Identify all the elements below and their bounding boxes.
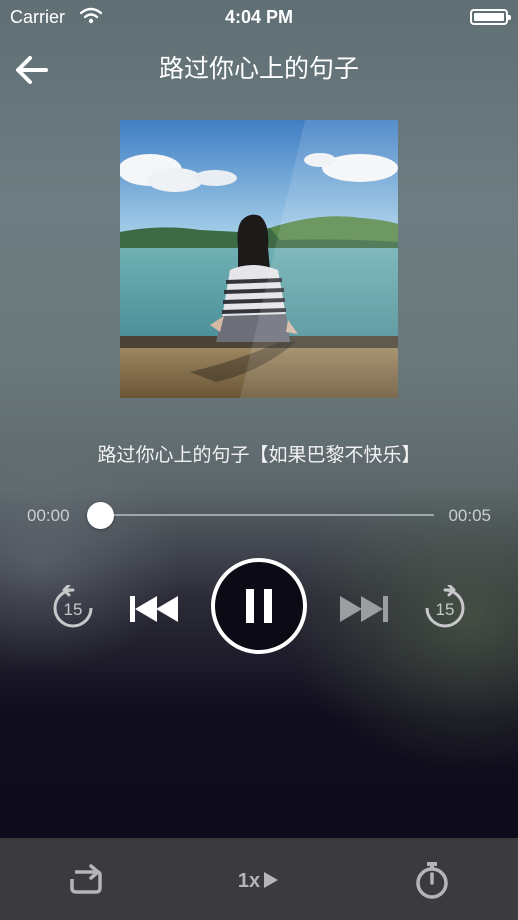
- rewind-seconds-label: 15: [64, 600, 83, 619]
- forward-15-icon: 15: [425, 585, 465, 628]
- stopwatch-icon: [416, 862, 448, 899]
- progress-track[interactable]: [100, 514, 434, 516]
- album-cover-image: [120, 120, 398, 398]
- status-time: 4:04 PM: [224, 7, 294, 27]
- previous-button[interactable]: [128, 593, 180, 625]
- play-triangle-icon: [264, 872, 279, 888]
- playback-speed-label: 1x: [237, 870, 261, 892]
- next-button[interactable]: [338, 593, 390, 625]
- forward-seconds-label: 15: [436, 600, 455, 619]
- pause-button[interactable]: [210, 557, 308, 655]
- track-title: 路过你心上的句子【如果巴黎不快乐】: [97, 445, 421, 466]
- status-bar: Carrier 4:04 PM: [0, 0, 518, 34]
- pause-icon: [211, 558, 307, 654]
- rewind-15-button[interactable]: 15: [50, 585, 96, 631]
- skip-previous-icon: [130, 596, 178, 622]
- elapsed-time: 00:00: [27, 506, 70, 525]
- total-duration: 00:05: [448, 506, 491, 525]
- rewind-15-icon: 15: [53, 585, 93, 628]
- forward-15-button[interactable]: 15: [422, 585, 468, 631]
- battery-icon: [470, 9, 511, 25]
- skip-next-icon: [340, 596, 388, 622]
- sleep-timer-button[interactable]: [414, 860, 450, 900]
- page-title: 路过你心上的句子: [158, 55, 359, 83]
- progress-thumb[interactable]: [86, 502, 114, 529]
